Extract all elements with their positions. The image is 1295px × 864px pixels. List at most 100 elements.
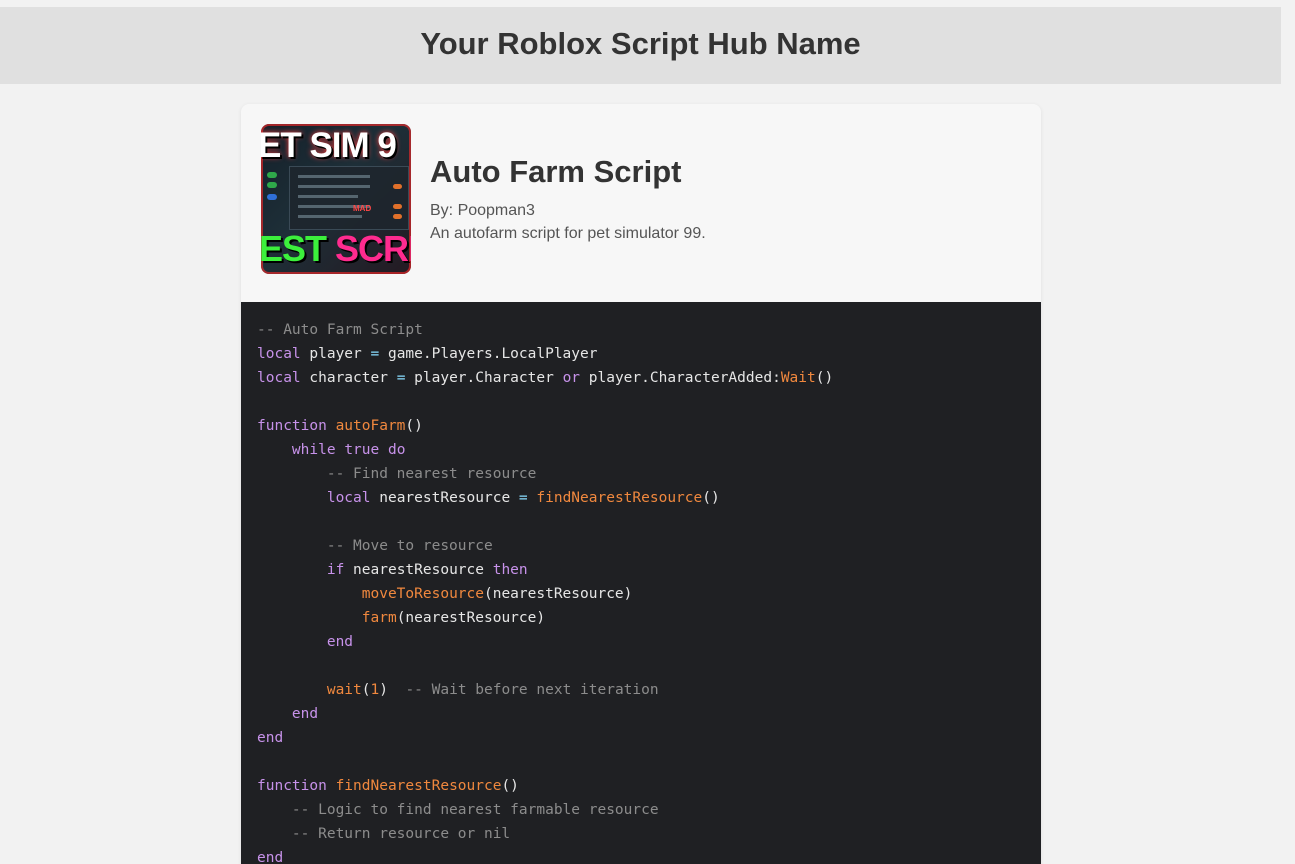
- code-token: character: [300, 370, 397, 386]
- code-line: -- Return resource or nil: [257, 822, 833, 846]
- code-token: ): [379, 682, 406, 698]
- code-line: local player = game.Players.LocalPlayer: [257, 342, 833, 366]
- code-token: Wait: [780, 370, 816, 386]
- code-token: game.Players.LocalPlayer: [379, 346, 598, 362]
- code-token: local: [257, 346, 301, 362]
- thumbnail-top-text: ET SIM 9: [261, 126, 397, 165]
- thumbnail-badge: MAD: [353, 204, 372, 213]
- code-token: (): [405, 418, 423, 434]
- code-line: -- Logic to find nearest farmable resour…: [257, 798, 833, 822]
- code-token: (nearestResource): [396, 610, 546, 626]
- code-line: wait(1) -- Wait before next iteration: [257, 678, 833, 702]
- script-card: MAD ET SIM 9 EST SCRIP Auto Farm Script …: [241, 104, 1041, 864]
- code-line: local nearestResource = findNearestResou…: [257, 486, 833, 510]
- code-line: local character = player.Character or pl…: [257, 366, 833, 390]
- script-thumbnail[interactable]: MAD ET SIM 9 EST SCRIP: [261, 124, 411, 274]
- code-token: or: [562, 370, 581, 386]
- site-header: Your Roblox Script Hub Name: [0, 7, 1281, 84]
- code-token: findNearestResource: [536, 490, 703, 506]
- code-token: (: [361, 682, 371, 698]
- code-token: =: [370, 346, 380, 362]
- script-author: By: Poopman3: [430, 202, 535, 219]
- code-token: farm: [361, 610, 397, 626]
- code-token: -- Wait before next iteration: [405, 682, 659, 698]
- code-line: farm(nearestResource): [257, 606, 833, 630]
- code-token: end: [326, 634, 354, 650]
- code-token: moveToResource: [361, 586, 484, 602]
- code-line: -- Move to resource: [257, 534, 833, 558]
- code-token: then: [492, 562, 528, 578]
- code-token: -- Logic to find nearest farmable resour…: [291, 802, 659, 818]
- code-token: -- Find nearest resource: [326, 466, 537, 482]
- script-info: Auto Farm Script By: Poopman3 An autofar…: [430, 153, 706, 245]
- code-token: local: [326, 490, 371, 506]
- code-token: -- Auto Farm Script: [257, 322, 423, 338]
- code-token: nearestResource: [344, 562, 493, 578]
- site-title: Your Roblox Script Hub Name: [420, 25, 861, 61]
- code-token: true: [344, 442, 380, 458]
- code-token: player.Character: [405, 370, 563, 386]
- code-line: function autoFarm(): [257, 414, 833, 438]
- code-token: while: [291, 442, 336, 458]
- code-line: while true do: [257, 438, 833, 462]
- code-token: -- Return resource or nil: [291, 826, 511, 842]
- code-block[interactable]: -- Auto Farm Script local player = game.P…: [241, 302, 1041, 864]
- script-description: An autofarm script for pet simulator 99.: [430, 225, 706, 242]
- code-line: end: [257, 726, 833, 750]
- code-line: function findNearestResource(): [257, 774, 833, 798]
- code-token: end: [291, 706, 319, 722]
- code-line: moveToResource(nearestResource): [257, 582, 833, 606]
- code-token: =: [518, 490, 528, 506]
- code-line: -- Auto Farm Script: [257, 318, 833, 342]
- code-content[interactable]: -- Auto Farm Script local player = game.P…: [257, 318, 833, 864]
- code-token: (): [815, 370, 834, 386]
- code-token: (nearestResource): [483, 586, 633, 602]
- code-token: end: [257, 850, 284, 864]
- thumbnail-bottom-text: EST SCRIP: [261, 228, 411, 269]
- code-token: findNearestResource: [335, 778, 502, 794]
- code-line: -- Find nearest resource: [257, 462, 833, 486]
- code-token: wait: [326, 682, 362, 698]
- code-token: -- Move to resource: [326, 538, 493, 554]
- code-token: (): [501, 778, 519, 794]
- code-token: end: [257, 730, 284, 746]
- code-line: end: [257, 702, 833, 726]
- script-title[interactable]: Auto Farm Script: [430, 153, 706, 191]
- code-token: player.CharacterAdded:: [580, 370, 781, 386]
- script-card-header: MAD ET SIM 9 EST SCRIP Auto Farm Script …: [241, 104, 1041, 302]
- code-line: if nearestResource then: [257, 558, 833, 582]
- code-token: autoFarm: [335, 418, 406, 434]
- code-token: if: [326, 562, 345, 578]
- code-line: end: [257, 630, 833, 654]
- code-token: (): [702, 490, 720, 506]
- code-token: local: [257, 370, 301, 386]
- code-line: end: [257, 846, 833, 864]
- code-token: function: [257, 418, 327, 434]
- code-token: function: [257, 778, 327, 794]
- code-token: do: [387, 442, 406, 458]
- code-token: nearestResource: [370, 490, 519, 506]
- code-token: player: [300, 346, 371, 362]
- code-token: 1: [370, 682, 380, 698]
- thumbnail-gui-panel: [289, 166, 409, 230]
